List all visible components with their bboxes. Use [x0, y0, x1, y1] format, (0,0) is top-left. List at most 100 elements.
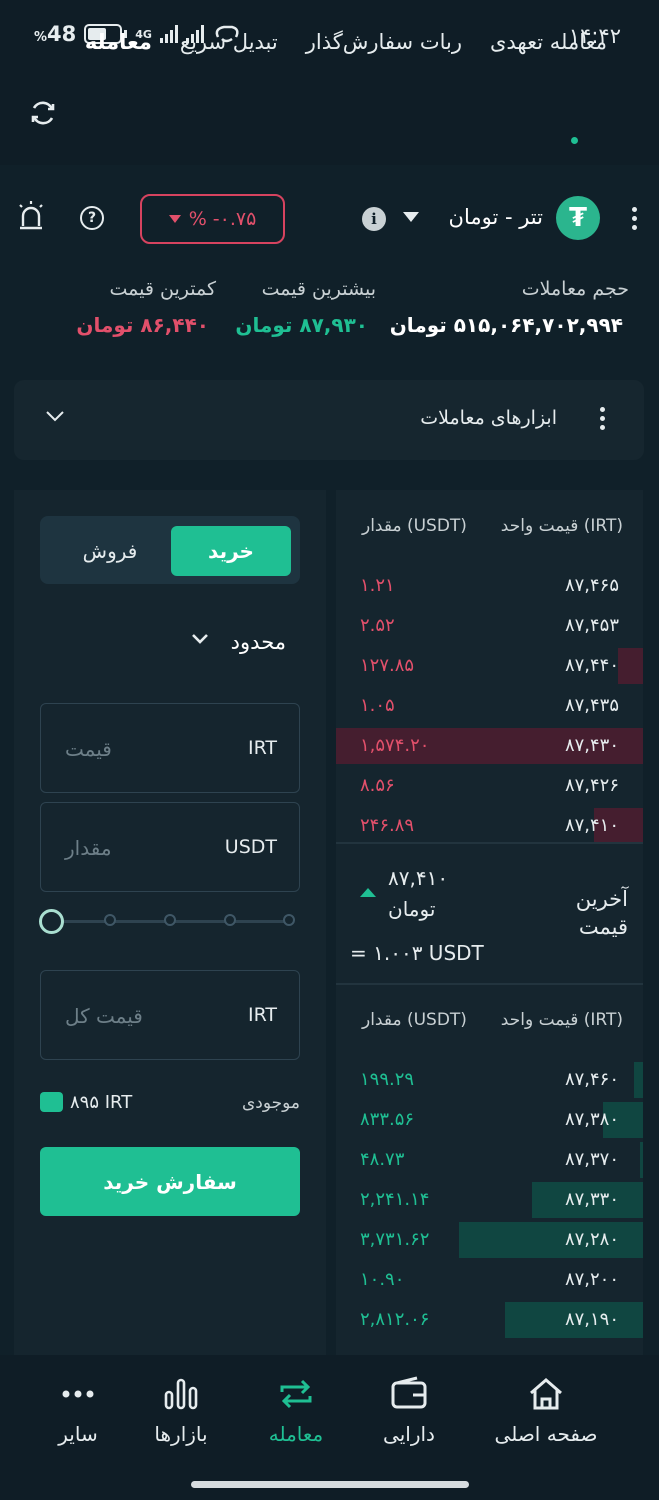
- nav-assets-label: دارایی: [383, 1422, 435, 1446]
- order-type-selector[interactable]: محدود: [231, 630, 286, 654]
- row-qty: ۲,۸۱۲.۰۶: [360, 1309, 430, 1330]
- top-nav-tabs: معامله تبدیل سریع ربات سفارش‌گذار معامله…: [85, 30, 607, 54]
- up-arrow-icon: [360, 888, 376, 897]
- bid-row[interactable]: ۱۹۹.۲۹ ۸۷,۴۶۰: [336, 1062, 643, 1098]
- pair-selector[interactable]: تتر - تومان: [449, 205, 543, 229]
- ask-row[interactable]: ۱,۵۷۴.۲۰ ۸۷,۴۳۰: [336, 728, 643, 764]
- row-qty: ۱۲۷.۸۵: [360, 655, 415, 676]
- row-price: ۸۷,۳۳۰: [564, 1189, 619, 1210]
- trading-tools-label: ابزارهای معاملات: [420, 407, 557, 429]
- top-nav: [0, 70, 659, 165]
- depth-bar: [640, 1142, 643, 1178]
- tools-menu-icon[interactable]: [600, 407, 605, 430]
- caret-down-icon[interactable]: [403, 212, 419, 222]
- more-menu-icon[interactable]: [632, 207, 637, 230]
- down-arrow-icon: [168, 215, 181, 223]
- nav-trade-label: معامله: [268, 1422, 324, 1446]
- tab-quick-convert[interactable]: تبدیل سریع: [180, 30, 278, 54]
- help-icon[interactable]: ?: [80, 206, 104, 230]
- alarm-icon[interactable]: [18, 200, 44, 232]
- low-label: کمترین قیمت: [109, 278, 217, 300]
- markets-icon: [121, 1372, 241, 1416]
- row-qty: ۴۸.۷۳: [360, 1149, 405, 1170]
- row-price: ۸۷,۴۵۳: [564, 615, 619, 636]
- nav-home-label: صفحه اصلی: [494, 1422, 598, 1446]
- divider: [336, 842, 643, 844]
- bid-row[interactable]: ۲,۲۴۱.۱۴ ۸۷,۳۳۰: [336, 1182, 643, 1218]
- bid-row[interactable]: ۳,۷۳۱.۶۲ ۸۷,۲۸۰: [336, 1222, 643, 1258]
- high-label: بیشترین قیمت: [261, 278, 376, 300]
- price-header: قیمت واحد (IRT): [500, 1010, 623, 1030]
- row-price: ۸۷,۲۸۰: [564, 1229, 619, 1250]
- amount-slider-thumb[interactable]: [39, 909, 64, 934]
- nav-more-label: سایر: [58, 1422, 98, 1446]
- tab-order-bot[interactable]: ربات سفارش‌گذار: [306, 30, 462, 54]
- slider-step-100[interactable]: [283, 914, 295, 926]
- row-qty: ۱,۵۷۴.۲۰: [360, 735, 430, 756]
- price-placeholder: قیمت: [65, 737, 112, 761]
- row-price: ۸۷,۴۶۰: [564, 1069, 619, 1090]
- bid-row[interactable]: ۲,۸۱۲.۰۶ ۸۷,۱۹۰: [336, 1302, 643, 1338]
- bid-row[interactable]: ۸۳۳.۵۶ ۸۷,۳۸۰: [336, 1102, 643, 1138]
- slider-step-25[interactable]: [104, 914, 116, 926]
- nav-more[interactable]: سایر: [18, 1372, 138, 1446]
- balance-value: ۸۹۵ IRT: [70, 1092, 133, 1113]
- row-price: ۸۷,۴۱۰: [564, 815, 619, 836]
- qty-header: مقدار (USDT): [362, 1010, 467, 1030]
- nav-assets[interactable]: دارایی: [349, 1372, 469, 1446]
- row-price: ۸۷,۴۲۶: [564, 775, 619, 796]
- tab-trade[interactable]: معامله: [85, 30, 152, 54]
- buy-tab[interactable]: خرید: [171, 526, 291, 576]
- bid-row[interactable]: ۴۸.۷۳ ۸۷,۳۷۰: [336, 1142, 643, 1178]
- nav-home[interactable]: صفحه اصلی: [486, 1372, 606, 1446]
- total-placeholder: قیمت کل: [65, 1004, 143, 1028]
- sell-tab[interactable]: فروش: [50, 526, 170, 576]
- row-price: ۸۷,۴۳۵: [564, 695, 619, 716]
- price-unit: IRT: [247, 737, 277, 759]
- wallet-icon: [349, 1372, 469, 1416]
- row-qty: ۸۳۳.۵۶: [360, 1109, 415, 1130]
- chevron-down-icon[interactable]: [45, 410, 65, 422]
- ask-row[interactable]: ۲۴۶.۸۹ ۸۷,۴۱۰: [336, 808, 643, 844]
- nav-markets[interactable]: بازارها: [121, 1372, 241, 1446]
- amount-placeholder: مقدار: [65, 836, 112, 860]
- last-price-usdt: = ۱.۰۰۳ USDT: [350, 941, 484, 965]
- row-price: ۸۷,۴۳۰: [564, 735, 619, 756]
- ask-row[interactable]: ۸.۵۶ ۸۷,۴۲۶: [336, 768, 643, 802]
- total-field[interactable]: IRT قیمت کل: [40, 970, 300, 1060]
- info-icon[interactable]: i: [362, 207, 386, 231]
- swap-icon: [236, 1372, 356, 1416]
- nav-trade[interactable]: معامله: [236, 1372, 356, 1446]
- tab-margin-trade[interactable]: معامله تعهدی: [490, 30, 607, 54]
- slider-step-50[interactable]: [164, 914, 176, 926]
- active-tab-indicator: [571, 137, 578, 144]
- battery-percent: %48: [34, 22, 77, 46]
- price-field[interactable]: IRT قیمت: [40, 703, 300, 793]
- bid-row[interactable]: ۱۰.۹۰ ۸۷,۲۰۰: [336, 1262, 643, 1296]
- depth-bar: [618, 648, 643, 684]
- price-header: قیمت واحد (IRT): [500, 516, 623, 536]
- ask-row[interactable]: ۲.۵۲ ۸۷,۴۵۳: [336, 608, 643, 642]
- row-price: ۸۷,۳۸۰: [564, 1109, 619, 1130]
- refresh-icon[interactable]: [28, 98, 58, 128]
- nav-markets-label: بازارها: [154, 1422, 208, 1446]
- ask-row[interactable]: ۱.۰۵ ۸۷,۴۳۵: [336, 688, 643, 722]
- amount-field[interactable]: USDT مقدار: [40, 802, 300, 892]
- divider: [336, 983, 643, 985]
- row-qty: ۲.۵۲: [360, 615, 395, 636]
- ask-row[interactable]: ۱.۲۱ ۸۷,۴۶۵: [336, 568, 643, 602]
- depth-bar: [634, 1062, 643, 1098]
- row-qty: ۱.۲۱: [360, 575, 395, 596]
- last-price-unit: تومان: [388, 897, 436, 921]
- tether-logo: ₮: [556, 196, 600, 240]
- ask-row[interactable]: ۱۲۷.۸۵ ۸۷,۴۴۰: [336, 648, 643, 684]
- more-icon: [18, 1372, 138, 1416]
- chevron-down-icon[interactable]: [190, 632, 210, 646]
- row-price: ۸۷,۳۷۰: [564, 1149, 619, 1170]
- slider-step-75[interactable]: [224, 914, 236, 926]
- home-icon: [486, 1372, 606, 1416]
- row-price: ۸۷,۴۶۵: [564, 575, 619, 596]
- submit-buy-button[interactable]: سفارش خرید: [40, 1147, 300, 1216]
- last-price-value: ۸۷,۴۱۰: [388, 866, 449, 890]
- high-value: ۸۷,۹۳۰ تومان: [235, 313, 368, 337]
